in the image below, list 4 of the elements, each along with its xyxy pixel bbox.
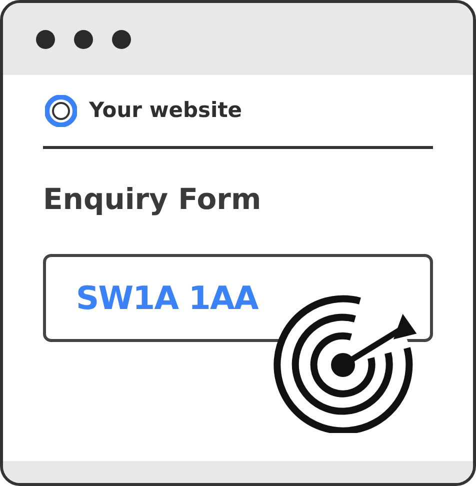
- form-title: Enquiry Form: [43, 185, 262, 214]
- target-icon: [274, 295, 417, 433]
- radio-icon: [45, 94, 77, 126]
- site-name: Your website: [89, 96, 242, 124]
